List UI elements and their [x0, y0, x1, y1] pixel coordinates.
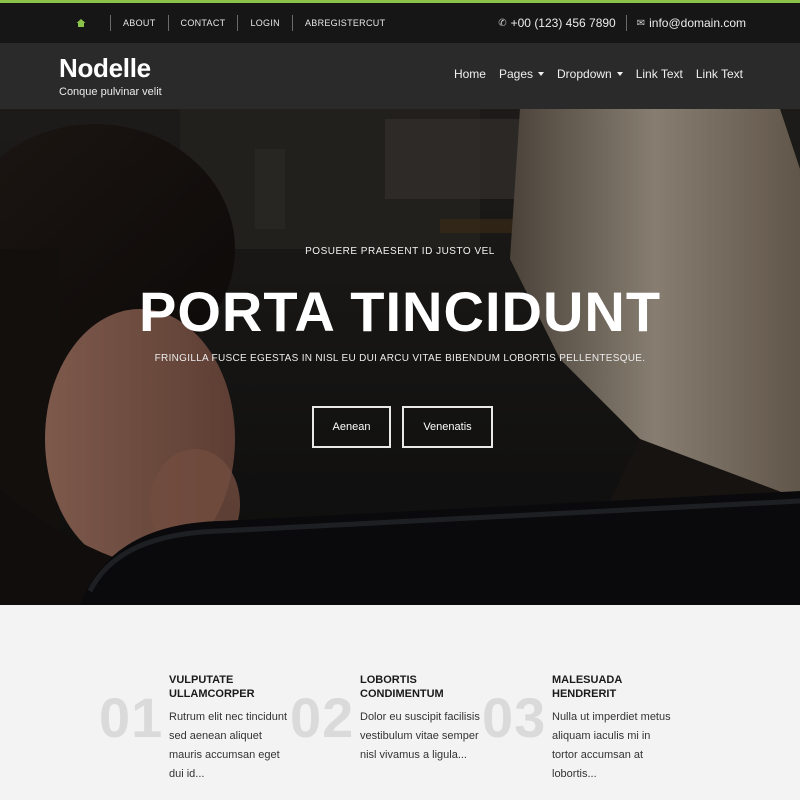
- nav-link-text-2[interactable]: Link Text: [696, 67, 743, 81]
- aenean-button[interactable]: Aenean: [312, 406, 391, 448]
- nav-dropdown[interactable]: Dropdown: [557, 67, 623, 81]
- email-contact[interactable]: ✉ info@domain.com: [637, 16, 746, 30]
- feature-number: 02: [290, 686, 355, 749]
- feature-text: Nulla ut imperdiet metus aliquam iaculis…: [552, 711, 671, 780]
- feature-text: Dolor eu suscipit facilisis vestibulum v…: [360, 711, 480, 761]
- nav-label: Link Text: [635, 67, 683, 81]
- feature-item: 01 Vulputate ullamcorper Rutrum elit nec…: [99, 605, 299, 800]
- main-navbar: Nodelle Conque pulvinar velit Home Pages…: [0, 43, 800, 109]
- divider: [237, 15, 239, 31]
- site-logo[interactable]: Nodelle: [59, 53, 151, 84]
- feature-item: 03 Malesuada hendrerit Nulla ut imperdie…: [482, 605, 682, 800]
- feature-title: Lobortis condimentum: [360, 674, 444, 700]
- hero-section: Posuere praesent id justo vel PORTA TINC…: [0, 109, 800, 605]
- feature-title: Malesuada hendrerit: [552, 674, 622, 700]
- nav-label: Link Text: [695, 67, 743, 81]
- divider: [291, 15, 293, 31]
- feature-title: Vulputate ullamcorper: [169, 674, 255, 700]
- top-link-register[interactable]: Abregistercut: [305, 18, 385, 28]
- divider: [625, 15, 627, 31]
- site-tagline: Conque pulvinar velit: [59, 86, 162, 98]
- hero-kicker: Posuere praesent id justo vel: [305, 246, 495, 257]
- home-icon[interactable]: [76, 18, 86, 28]
- feature-number: 01: [99, 686, 164, 749]
- phone-number: +00 (123) 456 7890: [510, 16, 616, 30]
- envelope-icon: ✉: [636, 17, 646, 29]
- feature-item: 02 Lobortis condimentum Dolor eu suscipi…: [290, 605, 490, 800]
- nav-label: Home: [453, 67, 486, 81]
- nav-link-text-1[interactable]: Link Text: [636, 67, 683, 81]
- email-address: info@domain.com: [649, 16, 746, 30]
- nav-label: Dropdown: [557, 67, 612, 81]
- phone-contact[interactable]: ✆ +00 (123) 456 7890: [498, 16, 615, 30]
- caret-down-icon: [616, 72, 623, 76]
- nav-home[interactable]: Home: [454, 67, 486, 81]
- top-bar: About Contact Login Abregistercut ✆ +00 …: [0, 3, 800, 43]
- top-link-about[interactable]: About: [123, 18, 156, 28]
- feature-number: 03: [482, 686, 547, 749]
- divider: [110, 15, 111, 31]
- caret-down-icon: [538, 72, 545, 76]
- top-contact: ✆ +00 (123) 456 7890 ✉ info@domain.com: [498, 3, 746, 43]
- divider: [167, 15, 169, 31]
- features-section: 01 Vulputate ullamcorper Rutrum elit nec…: [0, 605, 800, 800]
- venenatis-button[interactable]: Venenatis: [402, 406, 493, 448]
- main-nav: Home Pages Dropdown Link Text Link Text: [441, 67, 743, 81]
- hero-subtitle: Fringilla fusce egestas in nisl eu dui a…: [154, 353, 646, 364]
- feature-text: Rutrum elit nec tincidunt sed aenean ali…: [169, 711, 287, 780]
- nav-pages[interactable]: Pages: [498, 67, 545, 81]
- top-link-login[interactable]: Login: [250, 18, 280, 28]
- top-link-contact[interactable]: Contact: [181, 18, 226, 28]
- phone-icon: ✆: [498, 17, 507, 29]
- hero-headline: PORTA TINCIDUNT: [138, 280, 662, 343]
- nav-label: Pages: [498, 67, 534, 81]
- top-links: About Contact Login Abregistercut: [76, 3, 385, 43]
